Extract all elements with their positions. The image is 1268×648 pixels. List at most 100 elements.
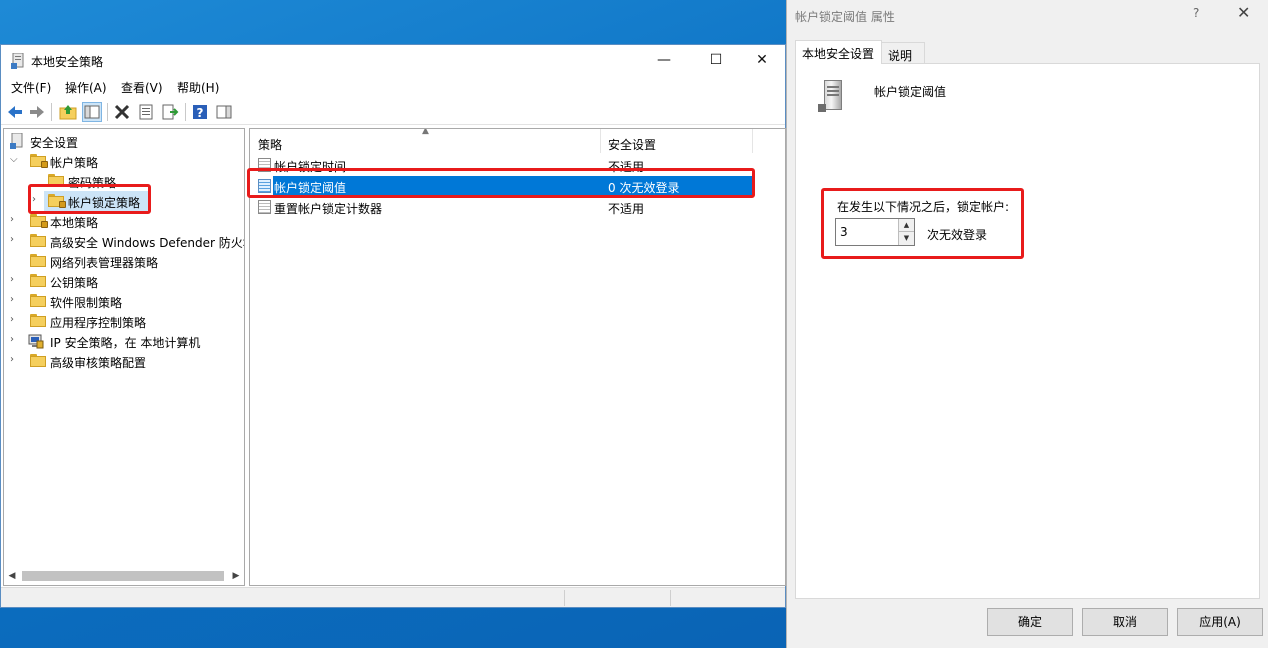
- column-divider[interactable]: [752, 129, 753, 153]
- threshold-stepper[interactable]: ▲ ▼: [835, 218, 915, 246]
- tree-node-ip-security[interactable]: › IP 安全策略，在 本地计算机: [8, 331, 238, 351]
- tree-label: 软件限制策略: [50, 296, 123, 310]
- tree-label: 安全设置: [30, 136, 79, 150]
- chevron-right-icon[interactable]: ›: [32, 195, 40, 205]
- properties-icon[interactable]: [137, 103, 155, 121]
- chevron-right-icon[interactable]: ›: [10, 295, 18, 305]
- threshold-input[interactable]: [836, 219, 896, 245]
- tree-label: 帐户策略: [50, 156, 99, 170]
- policy-setting-value: 不适用: [608, 202, 645, 216]
- svg-text:?: ?: [197, 106, 204, 120]
- list-row-reset-counter[interactable]: 重置帐户锁定计数器 不适用: [254, 197, 752, 217]
- tree-node-defender-firewall[interactable]: › 高级安全 Windows Defender 防火墙: [8, 231, 244, 251]
- export-list-icon[interactable]: [161, 103, 179, 121]
- ok-button[interactable]: 确定: [987, 608, 1073, 636]
- minimize-button[interactable]: —: [641, 45, 687, 75]
- tree-node-security-settings[interactable]: 安全设置: [8, 131, 238, 151]
- policy-name: 帐户锁定阈值: [274, 181, 347, 195]
- chevron-down-icon[interactable]: ⌵: [10, 155, 18, 165]
- tree-label: 公钥策略: [50, 276, 99, 290]
- server-policy-icon: [818, 80, 848, 112]
- locked-folder-icon: [30, 154, 48, 168]
- tree-label: 密码策略: [68, 176, 117, 190]
- list-row-lockout-threshold[interactable]: 帐户锁定阈值 0 次无效登录: [254, 176, 752, 196]
- status-bar: [1, 587, 785, 607]
- status-divider: [670, 590, 671, 606]
- forward-icon[interactable]: [28, 103, 46, 121]
- menu-view[interactable]: 查看(V): [121, 79, 163, 96]
- folder-icon: [30, 274, 46, 287]
- scroll-left-icon[interactable]: ◀: [6, 569, 18, 583]
- show-action-pane-icon[interactable]: [215, 103, 233, 121]
- tree-label: 应用程序控制策略: [50, 316, 147, 330]
- folder-icon: [48, 174, 64, 187]
- window-title: 本地安全策略: [31, 55, 104, 69]
- policy-list-pane: ▲ 策略 安全设置 帐户锁定时间 不适用 帐户锁定阈值 0 次无效登录 重置帐户…: [249, 128, 786, 586]
- toolbar-separator: [51, 103, 52, 121]
- folder-icon: [30, 354, 46, 367]
- minimize-icon: —: [657, 52, 671, 68]
- delete-icon[interactable]: [113, 103, 131, 121]
- lockout-threshold-properties-dialog: 帐户锁定阈值 属性 ? ✕ 本地安全设置 说明 帐户锁定阈值 在发生以下情况之后…: [786, 0, 1268, 648]
- tree-node-public-key[interactable]: › 公钥策略: [8, 271, 238, 291]
- chevron-right-icon[interactable]: ›: [10, 235, 18, 245]
- list-header: ▲ 策略 安全设置: [250, 129, 785, 155]
- tree-pane: 安全设置 ⌵ 帐户策略 密码策略 › 帐户锁定策略 › 本地策略 › 高级安全 …: [3, 128, 245, 586]
- cancel-button[interactable]: 取消: [1082, 608, 1168, 636]
- lockout-after-label: 在发生以下情况之后，锁定帐户:: [837, 200, 1010, 214]
- list-row-lockout-duration[interactable]: 帐户锁定时间 不适用: [254, 155, 752, 175]
- help-icon[interactable]: ?: [191, 103, 209, 121]
- policy-setting-icon: [258, 200, 271, 214]
- apply-button[interactable]: 应用(A): [1177, 608, 1263, 636]
- policy-setting-value: 不适用: [608, 160, 645, 174]
- tree-node-account-lockout-policy[interactable]: › 帐户锁定策略: [8, 191, 238, 211]
- tree-label: IP 安全策略，在 本地计算机: [50, 336, 201, 350]
- toolbar-separator: [185, 103, 186, 121]
- tree-node-advanced-audit[interactable]: › 高级审核策略配置: [8, 351, 238, 371]
- column-divider[interactable]: [600, 129, 601, 153]
- tree-node-password-policy[interactable]: 密码策略: [8, 171, 238, 191]
- tree-node-app-control[interactable]: › 应用程序控制策略: [8, 311, 238, 331]
- tree-node-software-restriction[interactable]: › 软件限制策略: [8, 291, 238, 311]
- locked-folder-icon: [30, 214, 48, 228]
- policy-setting-value: 0 次无效登录: [608, 181, 680, 195]
- close-icon: ✕: [756, 52, 768, 68]
- policy-name: 帐户锁定时间: [274, 160, 347, 174]
- chevron-right-icon[interactable]: ›: [10, 315, 18, 325]
- tree-label: 本地策略: [50, 216, 99, 230]
- folder-icon: [30, 314, 46, 327]
- dialog-close-icon[interactable]: ✕: [1237, 3, 1250, 22]
- column-header-policy[interactable]: 策略: [258, 136, 282, 153]
- spin-up-icon[interactable]: ▲: [898, 219, 914, 232]
- menu-file[interactable]: 文件(F): [11, 79, 51, 96]
- chevron-right-icon[interactable]: ›: [10, 335, 18, 345]
- tree-node-account-policies[interactable]: ⌵ 帐户策略: [8, 151, 238, 171]
- tree-horizontal-scrollbar[interactable]: ◀ ▶: [6, 569, 242, 583]
- toolbar-separator: [107, 103, 108, 121]
- up-folder-icon[interactable]: [59, 103, 77, 121]
- menu-action[interactable]: 操作(A): [65, 79, 107, 96]
- tab-local-security-setting[interactable]: 本地安全设置: [795, 40, 882, 64]
- toolbar: ?: [1, 99, 785, 125]
- chevron-right-icon[interactable]: ›: [10, 275, 18, 285]
- column-header-setting[interactable]: 安全设置: [608, 136, 656, 153]
- tree-node-network-list[interactable]: 网络列表管理器策略: [8, 251, 238, 271]
- spin-down-icon[interactable]: ▼: [898, 232, 914, 245]
- folder-icon: [30, 294, 46, 307]
- menu-help[interactable]: 帮助(H): [177, 79, 219, 96]
- tree-node-local-policies[interactable]: › 本地策略: [8, 211, 238, 231]
- show-hide-tree-icon[interactable]: [82, 102, 102, 122]
- close-button[interactable]: ✕: [739, 45, 785, 75]
- status-divider: [564, 590, 565, 606]
- back-icon[interactable]: [6, 103, 24, 121]
- chevron-right-icon[interactable]: ›: [10, 355, 18, 365]
- chevron-right-icon[interactable]: ›: [10, 215, 18, 225]
- policy-setting-icon: [258, 158, 271, 172]
- scrollbar-thumb[interactable]: [22, 571, 224, 581]
- help-icon[interactable]: ?: [1193, 6, 1199, 20]
- ip-security-icon: [28, 334, 44, 349]
- maximize-button[interactable]: ☐: [693, 45, 739, 75]
- scroll-right-icon[interactable]: ▶: [230, 569, 242, 583]
- policy-name: 重置帐户锁定计数器: [274, 202, 383, 216]
- security-settings-icon: [10, 133, 23, 149]
